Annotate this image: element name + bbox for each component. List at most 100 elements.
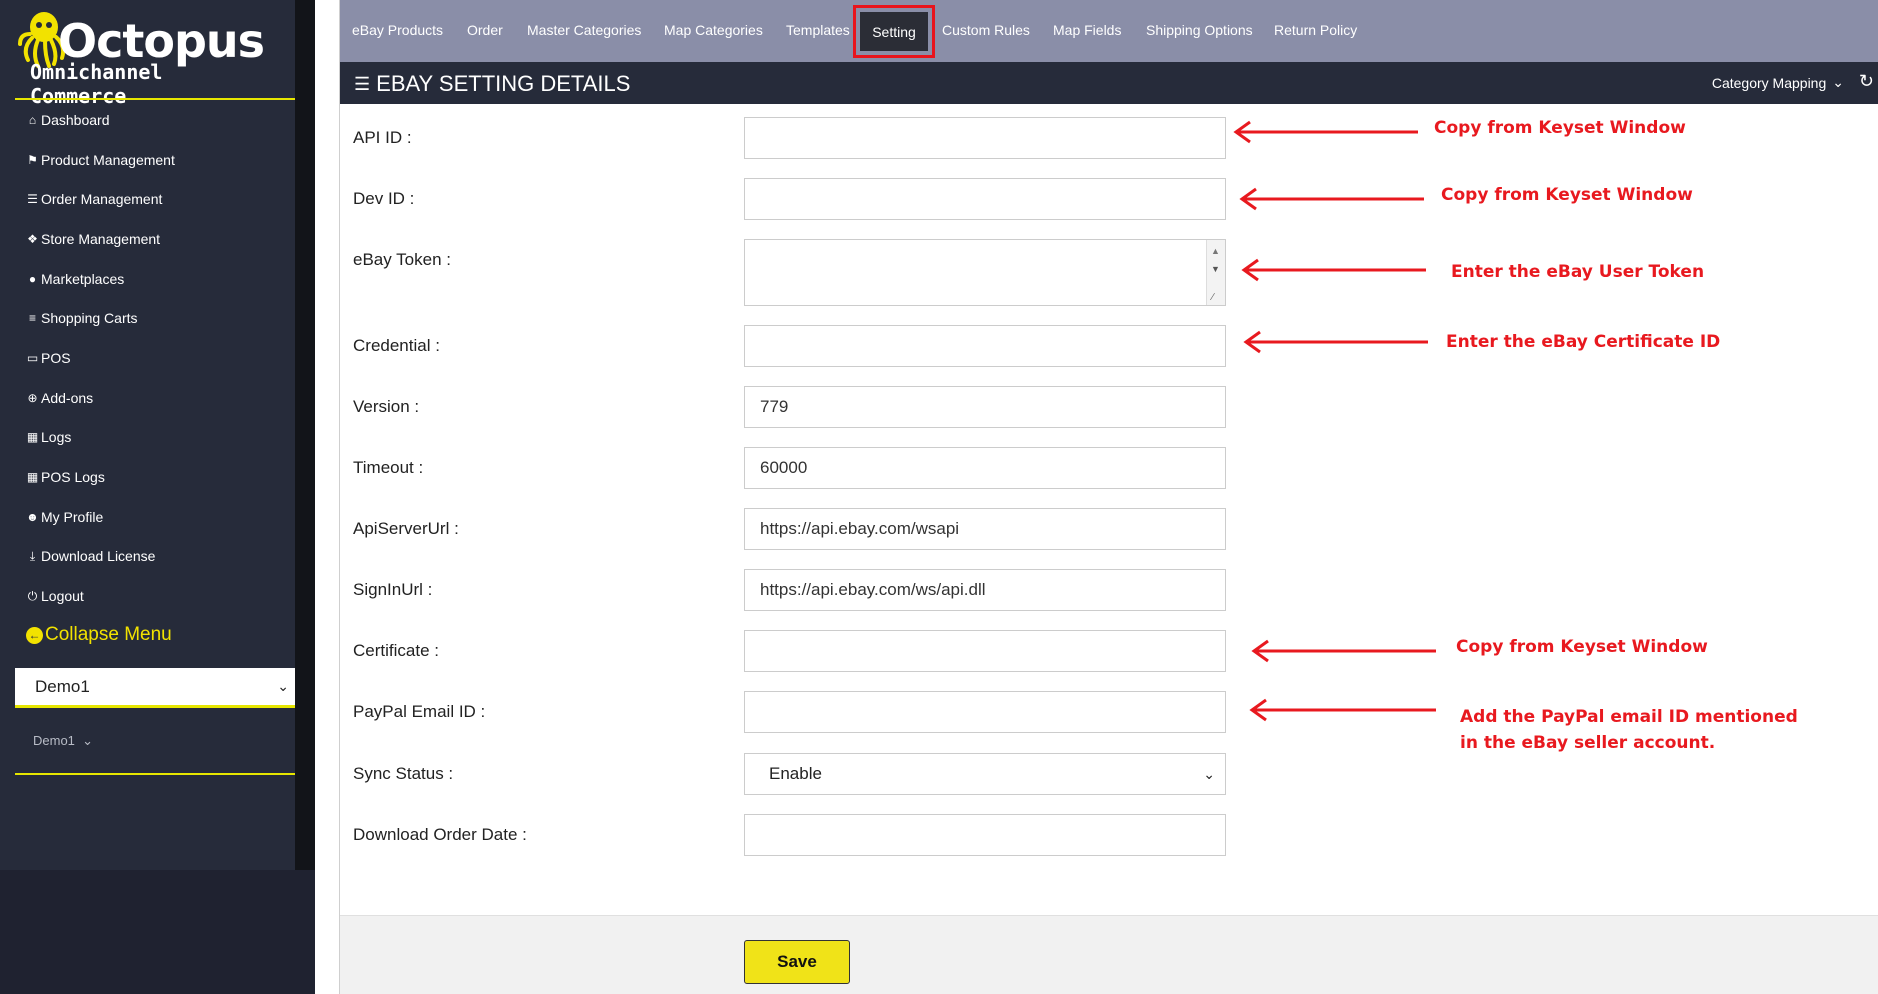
database-icon: ☰ [27, 192, 38, 207]
tab-setting[interactable]: Setting [860, 12, 928, 51]
sidebar-item-store-management[interactable]: ❖ Store Management [26, 219, 286, 259]
store-select[interactable]: Demo1 ⌄ [15, 668, 295, 708]
scroll-down-icon[interactable]: ▼ [1211, 264, 1220, 274]
sidebar: Octopus Omnichannel Commerce ⌂ Dashboard … [0, 0, 295, 870]
sidebar-item-dashboard[interactable]: ⌂ Dashboard [26, 100, 286, 140]
sidebar-item-add-ons[interactable]: ⊕ Add-ons [26, 378, 286, 418]
arrow-left-icon [1249, 698, 1436, 722]
resize-grip-icon[interactable]: ∕ [1212, 292, 1214, 303]
annotation-paypal-line1: Add the PayPal email ID mentioned [1460, 707, 1798, 727]
sidebar-item-label: Marketplaces [41, 270, 125, 287]
tab-templates[interactable]: Templates [786, 22, 850, 38]
tab-master-categories[interactable]: Master Categories [527, 22, 641, 38]
sidebar-edge [295, 0, 315, 870]
sidebar-item-pos[interactable]: ▭ POS [26, 338, 286, 378]
dev-id-input[interactable] [744, 178, 1226, 220]
tab-custom-rules[interactable]: Custom Rules [942, 22, 1030, 38]
sidebar-item-label: Add-ons [41, 389, 94, 406]
paypal-email-input[interactable] [744, 691, 1226, 733]
arrow-left-icon [1233, 120, 1418, 144]
sidebar-item-download-license[interactable]: ⤓ Download License [26, 537, 286, 577]
credential-input[interactable] [744, 325, 1226, 367]
timeout-input[interactable]: 60000 [744, 447, 1226, 489]
annotation-dev-id: Copy from Keyset Window [1441, 185, 1693, 205]
tab-map-fields[interactable]: Map Fields [1053, 22, 1121, 38]
cart-icon: ≡ [28, 311, 36, 326]
collapse-menu-button[interactable]: ← Collapse Menu [26, 624, 172, 646]
divider [15, 773, 295, 775]
store-select-value: Demo1 [35, 676, 90, 696]
certificate-label: Certificate : [353, 641, 439, 660]
version-label: Version : [353, 397, 420, 416]
sync-status-select[interactable]: Enable ⌄ [744, 753, 1226, 795]
sidebar-item-label: Download License [41, 548, 156, 565]
api-id-label: API ID : [353, 128, 412, 147]
sidebar-item-logout[interactable]: ⏻ Logout [26, 576, 286, 616]
certificate-input[interactable] [744, 630, 1226, 672]
cubes-icon: ❖ [27, 231, 38, 246]
tab-order[interactable]: Order [467, 22, 503, 38]
chevron-down-icon: ⌄ [1832, 74, 1844, 90]
store-sub-label: Demo1 [33, 733, 75, 748]
annotation-paypal: Add the PayPal email ID mentioned in the… [1460, 704, 1798, 756]
page-header: ☰ EBAY SETTING DETAILS Category Mapping … [340, 62, 1878, 104]
store-sub-menu[interactable]: Demo1 ⌄ [33, 733, 93, 749]
dev-id-label: Dev ID : [353, 189, 415, 208]
brand-logo[interactable]: Octopus Omnichannel Commerce [18, 8, 268, 108]
tag-icon: ⚑ [27, 152, 38, 167]
ebay-token-label: eBay Token : [353, 250, 451, 269]
scroll-up-icon[interactable]: ▲ [1211, 246, 1220, 256]
collapse-menu-label: Collapse Menu [45, 624, 172, 645]
sidebar-item-label: Order Management [41, 191, 163, 208]
download-order-date-input[interactable] [744, 814, 1226, 856]
file-icon: ▦ [26, 470, 39, 485]
ebay-token-textarea[interactable]: ▲ ▼ ∕ [744, 239, 1226, 306]
arrow-left-icon [1243, 330, 1428, 354]
sidebar-item-shopping-carts[interactable]: ≡ Shopping Carts [26, 298, 286, 338]
tab-map-categories[interactable]: Map Categories [664, 22, 763, 38]
sidebar-item-marketplaces[interactable]: ● Marketplaces [26, 259, 286, 299]
sidebar-item-order-management[interactable]: ☰ Order Management [26, 179, 286, 219]
sync-status-value: Enable [769, 764, 822, 783]
version-input[interactable]: 779 [744, 386, 1226, 428]
arrow-left-icon [1241, 258, 1426, 282]
sidebar-item-product-management[interactable]: ⚑ Product Management [26, 140, 286, 180]
page-title-text: EBAY SETTING DETAILS [376, 71, 631, 96]
category-mapping-label: Category Mapping [1711, 74, 1827, 91]
download-order-date-label: Download Order Date : [353, 825, 527, 844]
sidebar-item-label: My Profile [41, 508, 104, 525]
sidebar-item-logs[interactable]: ▦ Logs [26, 418, 286, 458]
sidebar-item-label: Dashboard [41, 111, 110, 128]
sidebar-item-pos-logs[interactable]: ▦ POS Logs [26, 457, 286, 497]
user-icon: ☻ [26, 509, 39, 524]
arrow-left-icon [1251, 639, 1436, 663]
sign-in-url-label: SignInUrl : [353, 580, 433, 599]
sidebar-item-label: Product Management [41, 151, 175, 168]
api-id-input[interactable] [744, 117, 1226, 159]
chevron-down-icon: ⌄ [78, 733, 94, 748]
save-button[interactable]: Save [744, 940, 850, 984]
textarea-scrollbar[interactable]: ▲ ▼ ∕ [1206, 240, 1225, 305]
sidebar-nav: ⌂ Dashboard ⚑ Product Management ☰ Order Ma… [26, 100, 286, 616]
sidebar-item-label: POS [41, 349, 71, 366]
tab-return-policy[interactable]: Return Policy [1274, 22, 1357, 38]
tab-ebay-products[interactable]: eBay Products [352, 22, 443, 38]
api-server-url-input[interactable]: https://api.ebay.com/wsapi [744, 508, 1226, 550]
power-icon: ⏻ [27, 588, 38, 603]
laptop-icon: ▭ [26, 350, 39, 365]
refresh-icon[interactable]: ↻ [1859, 71, 1874, 92]
sidebar-item-label: Logs [41, 429, 72, 446]
annotation-api-id: Copy from Keyset Window [1434, 118, 1686, 138]
annotation-credential: Enter the eBay Certificate ID [1446, 332, 1721, 352]
sign-in-url-input[interactable]: https://api.ebay.com/ws/api.dll [744, 569, 1226, 611]
api-server-url-label: ApiServerUrl : [353, 519, 459, 538]
category-mapping-dropdown[interactable]: Category Mapping ⌄ [1712, 74, 1844, 91]
credential-label: Credential : [353, 336, 440, 355]
tab-setting-highlight: Setting [853, 5, 935, 58]
tab-shipping-options[interactable]: Shipping Options [1146, 22, 1253, 38]
sidebar-item-my-profile[interactable]: ☻ My Profile [26, 497, 286, 537]
download-icon: ⤓ [29, 548, 36, 563]
arrow-left-icon [1239, 187, 1424, 211]
sidebar-item-label: Logout [41, 588, 84, 605]
sidebar-item-label: Shopping Carts [41, 310, 138, 327]
